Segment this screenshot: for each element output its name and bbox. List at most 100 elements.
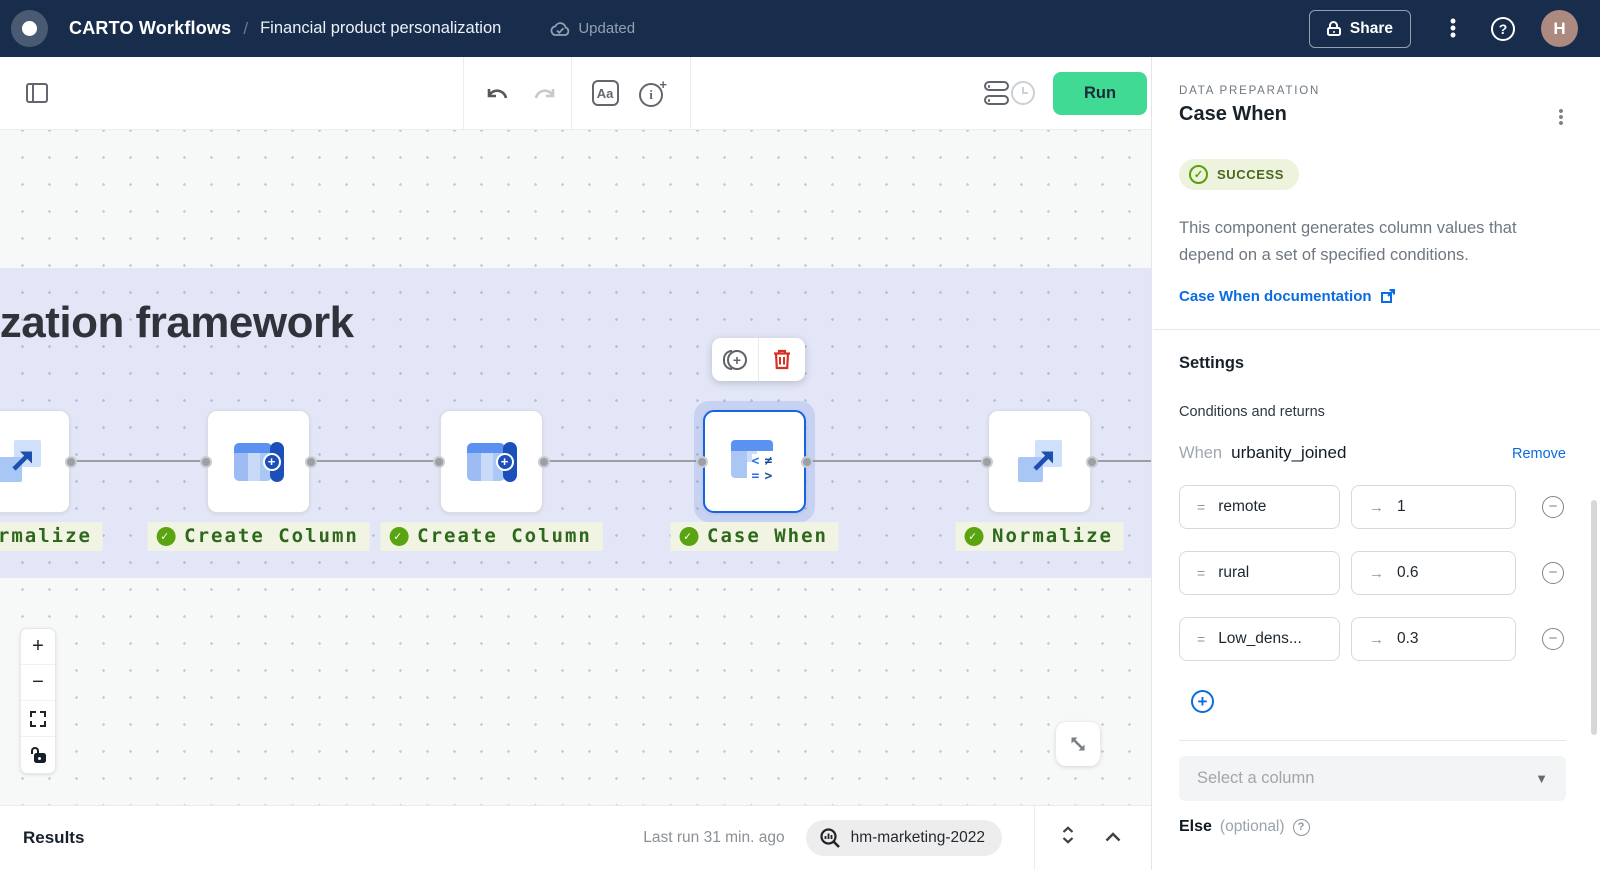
add-note-button[interactable]: i+ xyxy=(632,57,674,129)
table-search-icon xyxy=(819,827,841,849)
panel-divider xyxy=(1179,740,1566,741)
navbar: CARTO Workflows / Financial product pers… xyxy=(0,0,1600,57)
lock-icon xyxy=(1327,21,1341,36)
navbar-actions: Share ••• ? H xyxy=(1309,10,1600,48)
save-status-label: Updated xyxy=(578,20,635,37)
duplicate-node-button[interactable]: + xyxy=(712,338,758,381)
success-check-icon: ✓ xyxy=(1189,165,1208,184)
workflow-canvas[interactable]: ization framework ✓ Normalize xyxy=(0,130,1151,805)
success-check-icon: ✓ xyxy=(964,527,983,546)
zoom-in-button[interactable]: + xyxy=(21,629,55,665)
panel-more-options-icon[interactable]: ••• xyxy=(1552,109,1570,127)
condition-result-input[interactable]: → 0.6 xyxy=(1351,551,1516,595)
add-condition-button[interactable]: + xyxy=(1191,690,1214,713)
results-bar-divider xyxy=(1034,806,1035,870)
create-column-icon: + xyxy=(234,442,284,482)
text-annotation-button[interactable]: Aa xyxy=(584,57,626,129)
toolbar-divider xyxy=(571,57,572,129)
resize-diagonal-icon xyxy=(1067,733,1089,755)
remove-condition-link[interactable]: Remove xyxy=(1512,446,1566,462)
case-when-icon: <≠ => xyxy=(731,440,779,484)
toolbar-divider xyxy=(463,57,464,129)
cloud-check-icon xyxy=(549,21,571,37)
output-port[interactable] xyxy=(538,456,550,468)
node-case-when[interactable]: <≠ => ✓ Case When xyxy=(703,410,806,513)
node-label: ✓ Create Column xyxy=(147,522,370,551)
node-card[interactable]: + xyxy=(440,410,543,513)
output-port[interactable] xyxy=(65,456,77,468)
toggle-components-panel-button[interactable] xyxy=(17,57,57,129)
component-description: This component generates column values t… xyxy=(1179,215,1564,269)
node-card[interactable] xyxy=(988,410,1091,513)
node-card[interactable]: <≠ => xyxy=(703,410,806,513)
breadcrumb-separator: / xyxy=(243,19,248,39)
result-table-pill[interactable]: hm-marketing-2022 xyxy=(806,820,1002,856)
else-row: Else (optional) ? xyxy=(1179,818,1566,836)
input-port[interactable] xyxy=(200,456,212,468)
output-port[interactable] xyxy=(801,456,813,468)
normalize-icon xyxy=(1017,439,1063,485)
share-button[interactable]: Share xyxy=(1309,10,1411,48)
unlock-icon xyxy=(31,747,46,763)
save-status: Updated xyxy=(549,20,635,37)
clock-icon xyxy=(1011,81,1035,105)
remove-row-button[interactable]: − xyxy=(1542,496,1564,518)
connection-wire xyxy=(0,460,1151,462)
zoom-out-button[interactable]: − xyxy=(21,665,55,701)
expand-canvas-button[interactable] xyxy=(1056,722,1100,766)
input-port[interactable] xyxy=(433,456,445,468)
fit-view-icon xyxy=(30,711,46,727)
condition-result-input[interactable]: → 1 xyxy=(1351,485,1516,529)
else-label: Else xyxy=(1179,818,1212,836)
node-context-toolbar: + xyxy=(712,338,805,381)
success-check-icon: ✓ xyxy=(389,527,408,546)
normalize-icon xyxy=(0,439,42,485)
node-normalize-1[interactable]: ✓ Normalize xyxy=(0,410,70,513)
delete-node-button[interactable] xyxy=(758,338,805,381)
history-button[interactable] xyxy=(1002,57,1044,129)
collapse-results-button[interactable] xyxy=(1105,829,1121,847)
help-tooltip-icon[interactable]: ? xyxy=(1293,819,1310,836)
external-link-icon xyxy=(1380,289,1395,304)
input-port[interactable] xyxy=(696,456,708,468)
column-select[interactable]: Select a column ▼ xyxy=(1179,756,1566,801)
workflow-area: Aa i+ Run ization framework xyxy=(0,57,1152,870)
node-card[interactable]: + xyxy=(207,410,310,513)
condition-row: = remote → 1 − xyxy=(1179,485,1566,529)
panel-scrollbar[interactable] xyxy=(1591,500,1597,735)
condition-row: = Low_dens... → 0.3 − xyxy=(1179,617,1566,661)
fit-view-button[interactable] xyxy=(21,701,55,737)
condition-value-input[interactable]: = Low_dens... xyxy=(1179,617,1340,661)
condition-value-input[interactable]: = rural xyxy=(1179,551,1340,595)
success-check-icon: ✓ xyxy=(679,527,698,546)
last-run-label: Last run 31 min. ago xyxy=(643,829,784,847)
carto-logo-icon[interactable] xyxy=(11,10,48,47)
condition-value-input[interactable]: = remote xyxy=(1179,485,1340,529)
output-port[interactable] xyxy=(305,456,317,468)
group-title: ization framework xyxy=(0,298,354,348)
text-tool-icon: Aa xyxy=(592,80,619,106)
zoom-controls: + − xyxy=(20,628,56,774)
node-normalize-2[interactable]: ✓ Normalize xyxy=(988,410,1091,513)
avatar[interactable]: H xyxy=(1541,10,1578,47)
help-icon[interactable]: ? xyxy=(1491,17,1515,41)
redo-button[interactable] xyxy=(524,57,564,129)
documentation-link[interactable]: Case When documentation xyxy=(1179,288,1566,305)
undo-button[interactable] xyxy=(478,57,518,129)
node-card[interactable] xyxy=(0,410,70,513)
node-create-column-2[interactable]: + ✓ Create Column xyxy=(440,410,543,513)
node-label: ✓ Normalize xyxy=(955,522,1124,551)
remove-row-button[interactable]: − xyxy=(1542,628,1564,650)
results-title: Results xyxy=(23,828,84,848)
node-create-column-1[interactable]: + ✓ Create Column xyxy=(207,410,310,513)
run-button[interactable]: Run xyxy=(1053,72,1147,115)
workflow-title[interactable]: Financial product personalization xyxy=(260,19,501,38)
lock-canvas-button[interactable] xyxy=(21,737,55,773)
output-port[interactable] xyxy=(1086,456,1098,468)
input-port[interactable] xyxy=(981,456,993,468)
condition-result-input[interactable]: → 0.3 xyxy=(1351,617,1516,661)
more-options-icon[interactable]: ••• xyxy=(1443,18,1463,39)
remove-row-button[interactable]: − xyxy=(1542,562,1564,584)
duplicate-icon: + xyxy=(723,348,747,372)
resize-results-button[interactable] xyxy=(1061,826,1075,849)
